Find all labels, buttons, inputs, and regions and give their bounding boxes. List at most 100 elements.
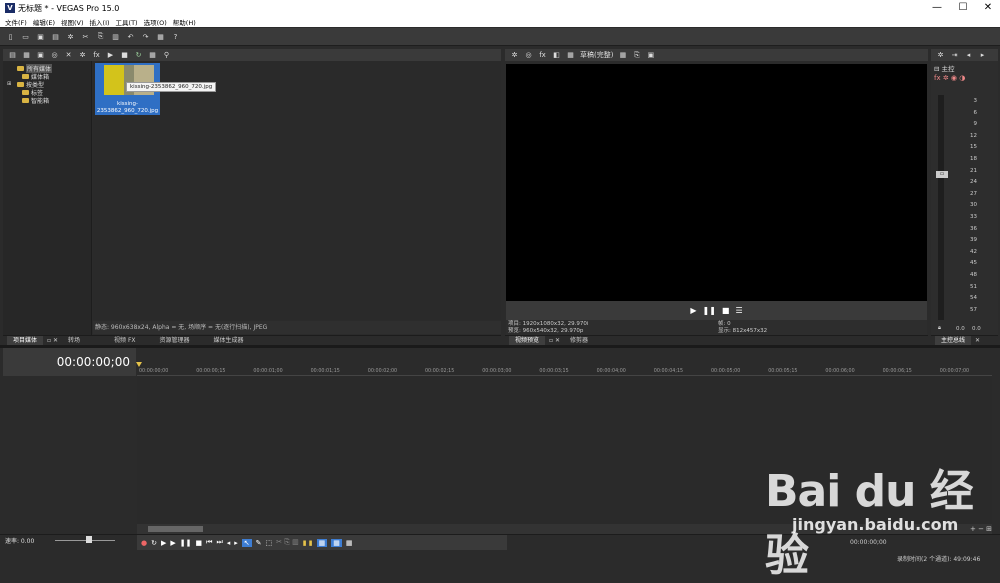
master-fx-icons[interactable]: fx ✲ ◉ ◑ [934, 74, 965, 82]
overlays-icon[interactable]: ▦ [618, 51, 627, 60]
envelope-tool-icon[interactable]: ✎ [256, 539, 262, 547]
normal-edit-tool-icon[interactable]: ↖ [241, 538, 252, 547]
tree-item-media-bins[interactable]: 媒体箱 [7, 72, 91, 81]
stop-icon[interactable]: ■ [196, 539, 203, 547]
record-icon[interactable]: ● [141, 539, 147, 547]
timeline-ruler[interactable]: 00:00:00;00 00:00:00;15 00:00:01;00 00:00:0… [137, 361, 992, 376]
ruler-tick-label: 00:00:00;00 [139, 369, 169, 374]
tab-video-preview[interactable]: 视频预览 [509, 335, 546, 346]
mono-icon[interactable]: ▸ [978, 51, 987, 60]
copy-icon[interactable]: ⎘ [96, 32, 105, 41]
preview-quality-select[interactable]: 草稿(完整) [580, 50, 613, 60]
views-icon[interactable]: ▦ [148, 51, 157, 60]
dim-icon[interactable]: ◂ [964, 51, 973, 60]
menu-help[interactable]: 帮助(H) [173, 17, 196, 27]
fx-icon[interactable]: fx [538, 51, 547, 60]
tab-window-icon[interactable]: ✕ [975, 337, 980, 344]
menu-options[interactable]: 选项(O) [144, 17, 167, 27]
save-snapshot-icon[interactable]: ▣ [646, 51, 655, 60]
expand-icon[interactable]: ⊟ [934, 65, 939, 73]
help-icon[interactable]: ? [171, 32, 180, 41]
display-info: 显示: 812x457x32 [718, 328, 768, 334]
tab-window-icon[interactable]: ▫ ✕ [47, 337, 58, 344]
loop-icon[interactable]: ↻ [151, 539, 157, 547]
bin-icon[interactable]: ▣ [36, 51, 45, 60]
go-to-end-icon[interactable]: ⏭ [216, 538, 222, 547]
pause-icon[interactable]: ❚❚ [703, 306, 716, 315]
auto-preview-icon[interactable]: ↻ [134, 51, 143, 60]
external-monitor-icon[interactable]: ◎ [524, 51, 533, 60]
rate-slider-thumb[interactable] [86, 536, 92, 543]
render-icon[interactable]: ▦ [156, 32, 165, 41]
scroll-thumb[interactable] [148, 526, 203, 532]
new-icon[interactable]: ▯ [6, 32, 15, 41]
preview-info: 项目: 1920x1080x32, 29.970i 预览: 960x540x32… [506, 320, 927, 335]
stop-icon[interactable]: ■ [120, 51, 129, 60]
play-from-start-icon[interactable]: ▶ [161, 539, 166, 547]
master-fader[interactable]: ▭ [936, 171, 948, 178]
tab-explorer[interactable]: 资源管理器 [154, 336, 196, 346]
open-icon[interactable]: ▭ [21, 32, 30, 41]
tab-trimmer[interactable]: 修剪器 [564, 336, 594, 346]
selection-tool-icon[interactable]: ⬚ [266, 539, 273, 547]
fx-icon[interactable]: fx [92, 51, 101, 60]
lock-icon[interactable]: 🔒︎ [938, 325, 941, 332]
play-icon[interactable]: ▶ [690, 306, 696, 315]
pause-icon[interactable]: ❚❚ [180, 539, 192, 547]
splitter[interactable] [0, 345, 1000, 348]
menu-view[interactable]: 视图(V) [61, 17, 84, 27]
tab-transitions[interactable]: 转场 [62, 336, 86, 346]
split-icon[interactable]: ✂ ⎘ ▥ [276, 538, 299, 547]
tab-video-fx[interactable]: 视频 FX [108, 336, 141, 346]
tree-item-smart-bins[interactable]: 智能箱 [7, 96, 91, 105]
cut-icon[interactable]: ✂ [81, 32, 90, 41]
auto-ripple-icon[interactable]: ▦ [331, 538, 342, 547]
search-icon[interactable]: ⚲ [162, 51, 171, 60]
menu-icon[interactable]: ☰ [735, 306, 742, 315]
split-screen-icon[interactable]: ◧ [552, 51, 561, 60]
properties-icon[interactable]: ✲ [78, 51, 87, 60]
lock-envelopes-icon[interactable]: ▦ [346, 539, 353, 547]
play-icon[interactable]: ▶ [106, 51, 115, 60]
save-as-icon[interactable]: ▤ [51, 32, 60, 41]
stop-icon[interactable]: ■ [722, 306, 730, 315]
menu-edit[interactable]: 编辑(E) [33, 17, 55, 27]
next-frame-icon[interactable]: ▸ [234, 539, 238, 547]
marker-tools-icon[interactable]: ▮ ▮ [303, 539, 313, 547]
minimize-button[interactable]: — [926, 1, 948, 15]
capture-icon[interactable]: ▦ [22, 51, 31, 60]
tab-master-bus[interactable]: 主控总线 [935, 335, 972, 346]
import-icon[interactable]: ▤ [8, 51, 17, 60]
prev-frame-icon[interactable]: ◂ [227, 539, 231, 547]
rate-slider[interactable] [55, 540, 115, 541]
tab-project-media[interactable]: 项目媒体 [7, 335, 44, 346]
ruler-tick-label: 00:00:06;00 [825, 369, 855, 374]
close-button[interactable]: ✕ [977, 1, 999, 15]
properties-icon[interactable]: ✲ [510, 51, 519, 60]
menu-file[interactable]: 文件(F) [5, 17, 27, 27]
tab-window-icon[interactable]: ▫ ✕ [549, 337, 560, 344]
tab-media-generators[interactable]: 媒体生成器 [208, 336, 250, 346]
media-tooltip: kissing-2353862_960_720.jpg [126, 82, 217, 92]
gear-icon[interactable]: ✲ [66, 32, 75, 41]
redo-icon[interactable]: ↷ [141, 32, 150, 41]
expand-icon[interactable]: ⊞ [7, 81, 15, 87]
copy-snapshot-icon[interactable]: ⎘ [632, 51, 641, 60]
menu-insert[interactable]: 插入(I) [90, 17, 110, 27]
save-icon[interactable]: ▣ [36, 32, 45, 41]
menu-tools[interactable]: 工具(T) [116, 17, 138, 27]
undo-icon[interactable]: ↶ [126, 32, 135, 41]
play-icon[interactable]: ▶ [170, 539, 175, 547]
quality-icon[interactable]: ▦ [566, 51, 575, 60]
marker-icon[interactable] [136, 362, 142, 367]
downmix-icon[interactable]: ⇥ [950, 51, 959, 60]
folder-icon [22, 97, 29, 103]
properties-icon[interactable]: ✲ [936, 51, 945, 60]
maximize-button[interactable]: ☐ [952, 1, 974, 15]
web-icon[interactable]: ◎ [50, 51, 59, 60]
paste-icon[interactable]: ▥ [111, 32, 120, 41]
go-to-start-icon[interactable]: ⏮ [206, 538, 212, 547]
tree-item-by-type[interactable]: ⊞ 按类型 [7, 80, 91, 89]
remove-icon[interactable]: ✕ [64, 51, 73, 60]
snapping-icon[interactable]: ▦ [316, 538, 328, 547]
